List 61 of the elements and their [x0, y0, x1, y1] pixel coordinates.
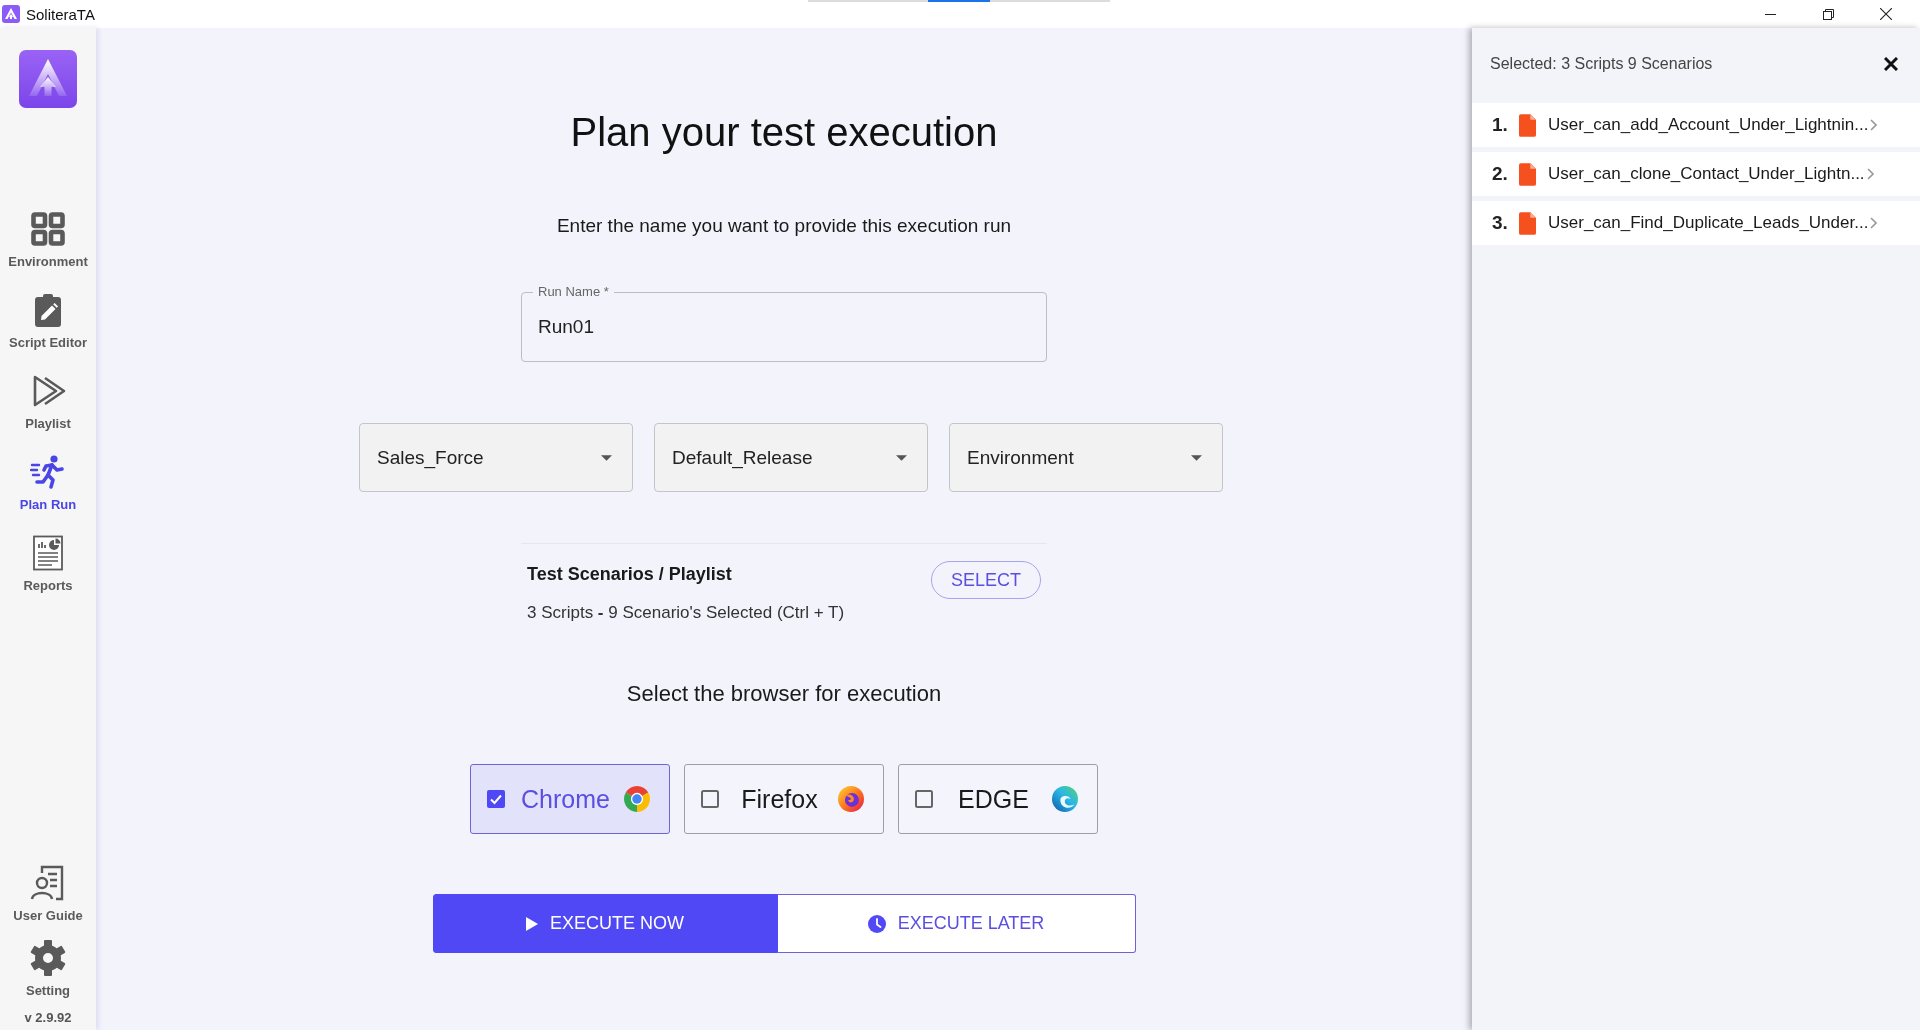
- close-icon: [1880, 8, 1892, 20]
- script-item[interactable]: 3. User_can_Find_Duplicate_Leads_Under...: [1472, 201, 1920, 245]
- script-name: User_can_Find_Duplicate_Leads_Under...: [1548, 213, 1869, 233]
- run-name-prompt: Enter the name you want to provide this execution run: [556, 214, 1012, 238]
- execute-button[interactable]: EXECUTE NOW: [432, 894, 778, 953]
- nav-item[interactable]: User Guide: [0, 865, 96, 924]
- settings-icon: [30, 940, 66, 976]
- checkbox[interactable]: [701, 790, 719, 808]
- app-logo: [19, 50, 77, 108]
- firefox-logo-icon: [838, 786, 864, 812]
- script-name: User_can_clone_Contact_Under_Lightn...: [1548, 164, 1865, 184]
- nav-item[interactable]: Plan Run: [0, 454, 96, 513]
- report-document-icon: [30, 535, 66, 571]
- dropdown[interactable]: Default_Release: [654, 423, 928, 492]
- person-document-icon: [30, 865, 66, 901]
- file-icon: [1519, 162, 1536, 186]
- close-icon: [1884, 57, 1898, 71]
- section-heading: Test Scenarios / Playlist: [527, 563, 733, 585]
- browser-option[interactable]: Chrome: [470, 764, 670, 834]
- execute-button[interactable]: EXECUTE LATER: [777, 894, 1136, 953]
- chevron-icon: [1866, 168, 1874, 180]
- list-number: 2.: [1492, 163, 1509, 185]
- close-button[interactable]: [1884, 57, 1898, 71]
- window-title: SoliteraTA: [26, 5, 95, 23]
- checkbox[interactable]: [915, 790, 933, 808]
- restore-icon: [1822, 8, 1834, 20]
- nav-item[interactable]: Setting: [0, 940, 96, 999]
- nav-item[interactable]: Reports: [0, 535, 96, 594]
- dropdown[interactable]: Sales_Force: [359, 423, 633, 492]
- play-icon: [526, 916, 538, 931]
- script-name: User_can_add_Account_Under_Lightnin...: [1548, 115, 1869, 135]
- chrome-logo-icon: [624, 786, 650, 812]
- clock-icon: [867, 914, 886, 933]
- caret-icon: [1191, 454, 1202, 461]
- running-person-icon: [30, 454, 66, 490]
- checkbox[interactable]: [487, 790, 505, 808]
- dropdown[interactable]: Environment: [949, 423, 1223, 492]
- chevron-icon: [1870, 217, 1878, 229]
- caret-icon: [601, 454, 612, 461]
- caret-icon: [896, 454, 907, 461]
- version-label: v 2.9.92: [24, 1010, 72, 1026]
- browser-option[interactable]: EDGE: [898, 764, 1098, 834]
- nav-item[interactable]: Environment: [0, 211, 96, 270]
- list-number: 1.: [1492, 114, 1509, 136]
- page-title: Plan your test execution: [570, 109, 998, 156]
- browser-option[interactable]: Firefox: [684, 764, 884, 834]
- selection-summary: 3 Scripts - 9 Scenario's Selected (Ctrl + T): [527, 603, 845, 623]
- nav-item[interactable]: Playlist: [0, 373, 96, 432]
- nav-item[interactable]: Script Editor: [0, 292, 96, 351]
- file-icon: [1519, 113, 1536, 137]
- file-icon: [1519, 211, 1536, 235]
- script-item[interactable]: 1. User_can_add_Account_Under_Lightnin...: [1472, 103, 1920, 147]
- browser-prompt: Select the browser for execution: [626, 680, 942, 708]
- grid-icon: [30, 211, 66, 247]
- chevron-icon: [1870, 119, 1878, 131]
- minimize-icon: [1764, 13, 1776, 15]
- list-number: 3.: [1492, 212, 1509, 234]
- script-item[interactable]: 2. User_can_clone_Contact_Under_Lightn...: [1472, 152, 1920, 196]
- panel-title: Selected: 3 Scripts 9 Scenarios: [1490, 55, 1713, 73]
- edge-logo-icon: [1052, 786, 1078, 812]
- field-label: Run Name *: [533, 284, 614, 299]
